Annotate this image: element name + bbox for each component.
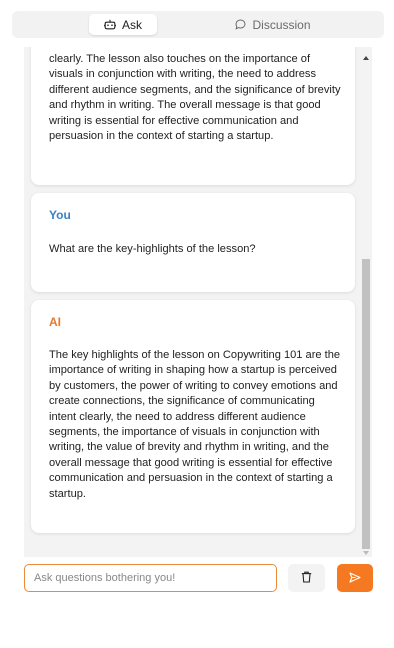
send-button[interactable] [337, 564, 373, 592]
scroll-thumb[interactable] [362, 259, 370, 549]
tab-ask[interactable]: Ask [89, 14, 157, 35]
scroll-down-arrow-icon[interactable] [363, 551, 369, 555]
sender-label-you: You [49, 208, 71, 222]
tab-bar: Ask Discussion [12, 11, 384, 38]
message-card-user: You What are the key-highlights of the l… [31, 193, 355, 292]
robot-icon [103, 19, 116, 30]
tab-discussion[interactable]: Discussion [218, 14, 328, 35]
trash-icon [301, 571, 312, 586]
chat-bubble-icon [235, 19, 246, 30]
message-text: clearly. The lesson also touches on the … [49, 53, 341, 143]
message-card: clearly. The lesson also touches on the … [31, 47, 355, 185]
clear-chat-button[interactable] [288, 564, 325, 592]
scroll-up-arrow-icon[interactable] [363, 56, 369, 60]
message-text: The key highlights of the lesson on Copy… [49, 349, 341, 500]
chat-scrollbar[interactable] [361, 53, 371, 557]
send-icon [349, 571, 361, 586]
ask-question-input[interactable] [24, 564, 277, 592]
message-text: What are the key-highlights of the lesso… [49, 243, 256, 255]
message-card-ai: AI The key highlights of the lesson on C… [31, 300, 355, 533]
chat-messages-panel[interactable]: clearly. The lesson also touches on the … [24, 47, 372, 557]
tab-ask-label: Ask [121, 17, 142, 32]
tab-discussion-label: Discussion [252, 17, 311, 32]
sender-label-ai: AI [49, 315, 61, 329]
